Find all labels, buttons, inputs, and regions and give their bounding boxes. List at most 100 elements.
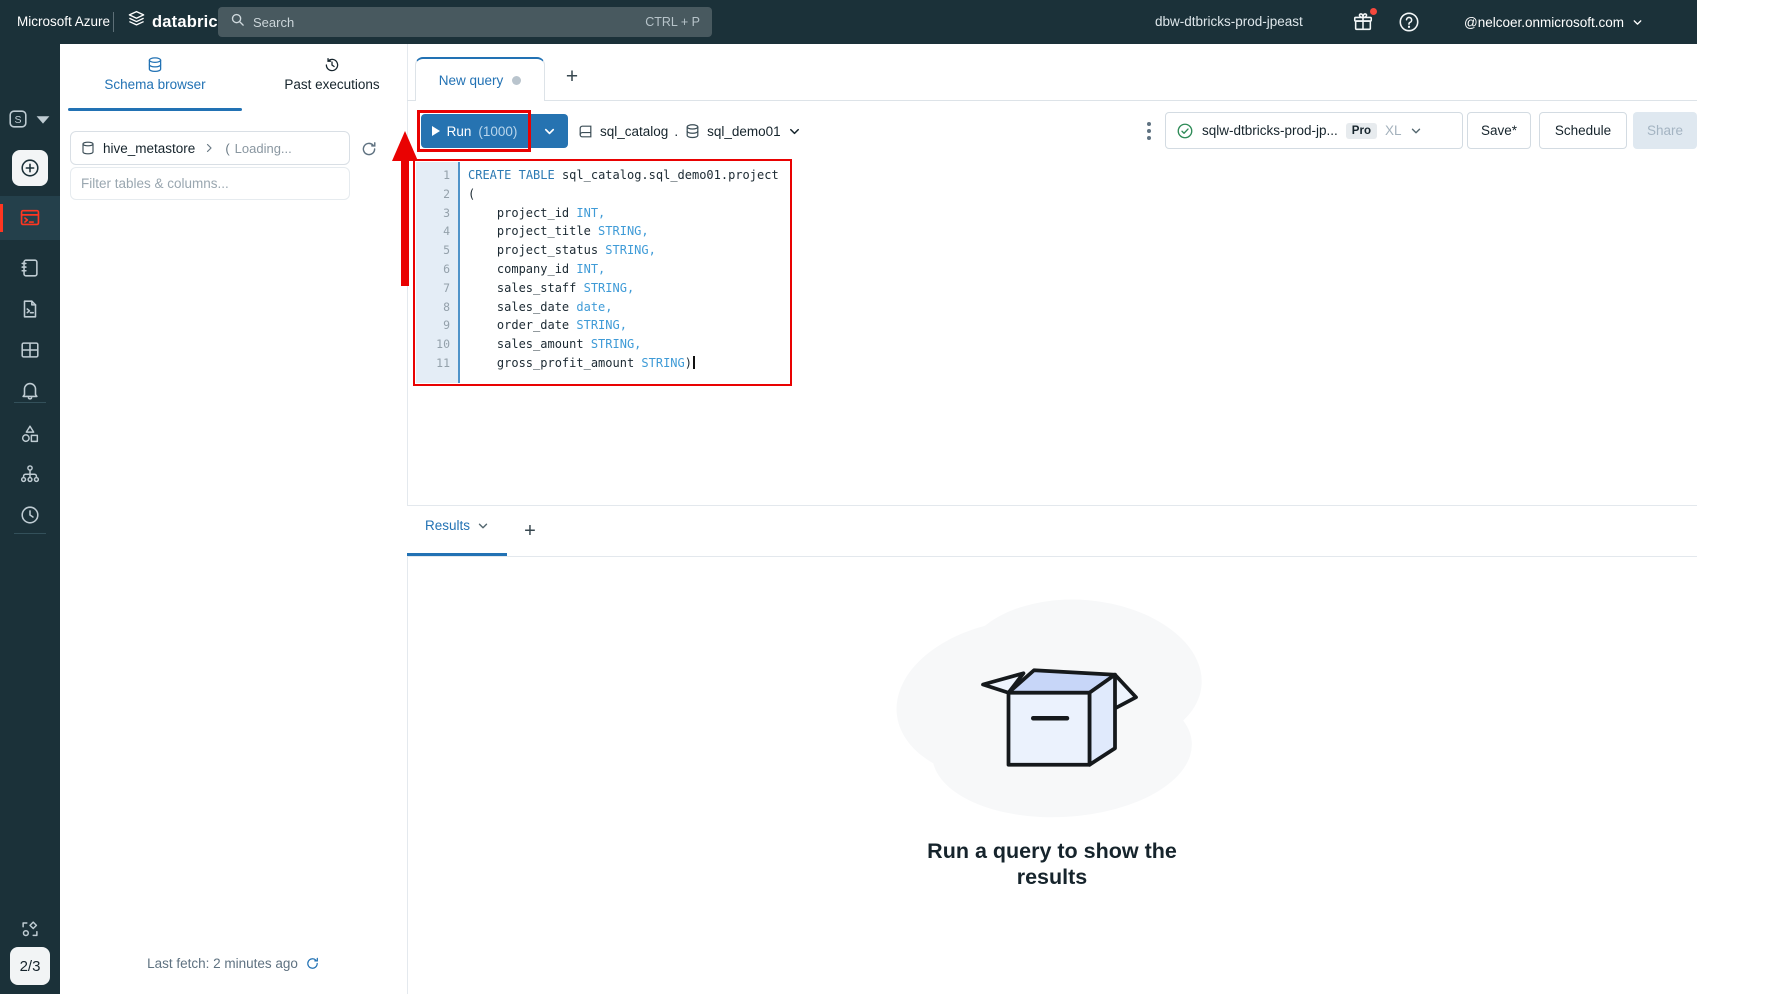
last-fetch-status: Last fetch: 2 minutes ago xyxy=(60,956,407,971)
play-icon xyxy=(431,126,440,136)
tab-schema-browser[interactable]: Schema browser xyxy=(68,56,242,92)
clock-history-icon xyxy=(21,506,39,524)
unsaved-dot xyxy=(512,75,522,85)
schema-value: sql_demo01 xyxy=(707,123,781,139)
chevron-down-icon xyxy=(478,523,488,528)
chevron-down-icon xyxy=(544,128,554,134)
results-tab-row: Results + xyxy=(407,506,1697,556)
notification-dot xyxy=(1370,8,1377,15)
dashboards-grid-icon xyxy=(21,342,39,358)
add-results-tab-button[interactable]: + xyxy=(515,514,545,548)
sidebar-item-workflows[interactable] xyxy=(0,455,60,493)
catalog-selector-row[interactable]: hive_metastore ( Loading... xyxy=(70,131,350,165)
sidebar-divider xyxy=(14,402,46,403)
sidebar-divider xyxy=(14,533,46,534)
sidebar-item-notebooks[interactable] xyxy=(0,249,60,287)
refresh-schema-button[interactable] xyxy=(356,136,382,162)
run-label: Run xyxy=(446,123,472,139)
database-icon xyxy=(686,123,699,138)
catalog-name: hive_metastore xyxy=(103,140,196,156)
chevron-down-icon xyxy=(1633,19,1642,25)
loading-spinner: ( xyxy=(225,140,230,156)
sidebar-item-alerts[interactable] xyxy=(0,371,60,409)
progress-badge[interactable]: 2/3 xyxy=(10,947,50,985)
persona-switcher-icon: S xyxy=(8,110,27,128)
warehouse-selector[interactable]: sqlw-dtbricks-prod-jp... Pro XL xyxy=(1165,112,1463,149)
search-input[interactable]: Search CTRL + P xyxy=(218,7,712,37)
add-query-tab-button[interactable]: + xyxy=(557,60,587,94)
check-circle-icon xyxy=(1177,123,1193,138)
warehouse-size: XL xyxy=(1384,123,1402,138)
run-options-dropdown[interactable] xyxy=(530,114,568,148)
left-sidebar: S 2/3 xyxy=(0,44,60,994)
query-file-icon xyxy=(23,300,37,318)
databricks-logo-icon xyxy=(127,10,146,34)
empty-state-message: Run a query to show the results xyxy=(927,839,1177,890)
workspace-name: dbw-dtbricks-prod-jpeast xyxy=(1155,14,1303,29)
top-bar: Microsoft Azure databricks Search CTRL +… xyxy=(0,0,1697,44)
chevron-down-icon xyxy=(1412,128,1421,133)
run-limit: (1000) xyxy=(478,123,518,139)
databricks-sql-editor-app: Microsoft Azure databricks Search CTRL +… xyxy=(0,0,1776,994)
catalog-schema-selector[interactable]: sql_catalog . sql_demo01 xyxy=(577,114,802,148)
sql-code-editor[interactable]: 1 2 3 4 5 6 7 8 9 10 11 CREATE TABLE sql_catalog.s… xyxy=(416,162,789,383)
plus-circle-icon xyxy=(21,159,39,177)
share-button[interactable]: Share xyxy=(1633,112,1697,149)
azure-label: Microsoft Azure xyxy=(17,14,111,29)
persona-switcher[interactable]: S xyxy=(0,102,60,136)
last-fetch-label: Last fetch: 2 minutes ago xyxy=(147,956,298,971)
run-button[interactable]: Run (1000) xyxy=(421,114,528,148)
results-tab-label: Results xyxy=(425,518,471,533)
sidebar-item-dashboards[interactable] xyxy=(0,331,60,369)
search-shortcut: CTRL + P xyxy=(645,15,700,29)
warehouse-tier-badge: Pro xyxy=(1345,122,1377,139)
tab-row-border xyxy=(407,100,1697,101)
chevron-down-icon xyxy=(789,128,799,134)
more-options-kebab[interactable] xyxy=(1140,118,1158,144)
results-tab[interactable]: Results xyxy=(425,518,490,533)
results-bottom-border xyxy=(407,556,1697,557)
warehouse-name: sqlw-dtbricks-prod-jp... xyxy=(1202,123,1338,138)
editor-panel: New query + Run (1000) sql_catalog . sql… xyxy=(392,44,1697,994)
tab-past-executions-label: Past executions xyxy=(284,77,380,92)
account-menu[interactable]: @nelcoer.onmicrosoft.com xyxy=(1464,0,1644,44)
sidebar-item-queries[interactable] xyxy=(0,290,60,328)
sql-editor-icon xyxy=(20,209,40,226)
filter-tables-input[interactable] xyxy=(71,168,349,199)
sidebar-item-experiments[interactable] xyxy=(0,415,60,453)
query-tab-label: New query xyxy=(438,72,504,88)
dot-separator: . xyxy=(674,123,679,139)
query-tab-new-query[interactable]: New query xyxy=(415,57,545,101)
account-email: @nelcoer.onmicrosoft.com xyxy=(1464,14,1625,30)
shapes-icon xyxy=(21,425,39,443)
svg-text:S: S xyxy=(14,114,21,126)
help-icon[interactable] xyxy=(1398,11,1420,33)
sidebar-item-query-history[interactable] xyxy=(0,496,60,534)
empty-state-illustration xyxy=(887,589,1212,824)
tab-schema-browser-label: Schema browser xyxy=(104,77,206,92)
workflow-tree-icon xyxy=(20,465,40,483)
history-clock-icon xyxy=(325,57,339,72)
refresh-icon[interactable] xyxy=(305,956,320,971)
editor-gutter: 1 2 3 4 5 6 7 8 9 10 11 xyxy=(416,162,460,383)
tab-past-executions[interactable]: Past executions xyxy=(242,56,422,92)
schedule-button[interactable]: Schedule xyxy=(1539,112,1627,149)
schema-panel: Schema browser Past executions hive_meta… xyxy=(60,44,407,994)
active-indicator xyxy=(0,204,3,232)
save-button[interactable]: Save* xyxy=(1467,112,1531,149)
results-empty-state: Run a query to show the results xyxy=(407,589,1697,890)
sidebar-item-sql-editor[interactable] xyxy=(0,196,60,240)
loading-text: Loading... xyxy=(234,140,292,156)
catalog-icon xyxy=(579,125,592,137)
caret-down-icon xyxy=(36,116,49,124)
chevron-right-icon xyxy=(207,143,212,153)
sidebar-item-marketplace[interactable] xyxy=(0,910,60,948)
notebook-icon xyxy=(21,259,38,277)
open-box-icon xyxy=(981,668,1138,767)
search-icon xyxy=(230,12,245,32)
refresh-icon xyxy=(362,142,376,156)
catalog-value: sql_catalog xyxy=(600,123,669,139)
search-placeholder: Search xyxy=(253,14,295,30)
create-new-button[interactable] xyxy=(12,150,48,186)
code-lines: CREATE TABLE sql_catalog.sql_demo01.proj… xyxy=(468,168,779,370)
